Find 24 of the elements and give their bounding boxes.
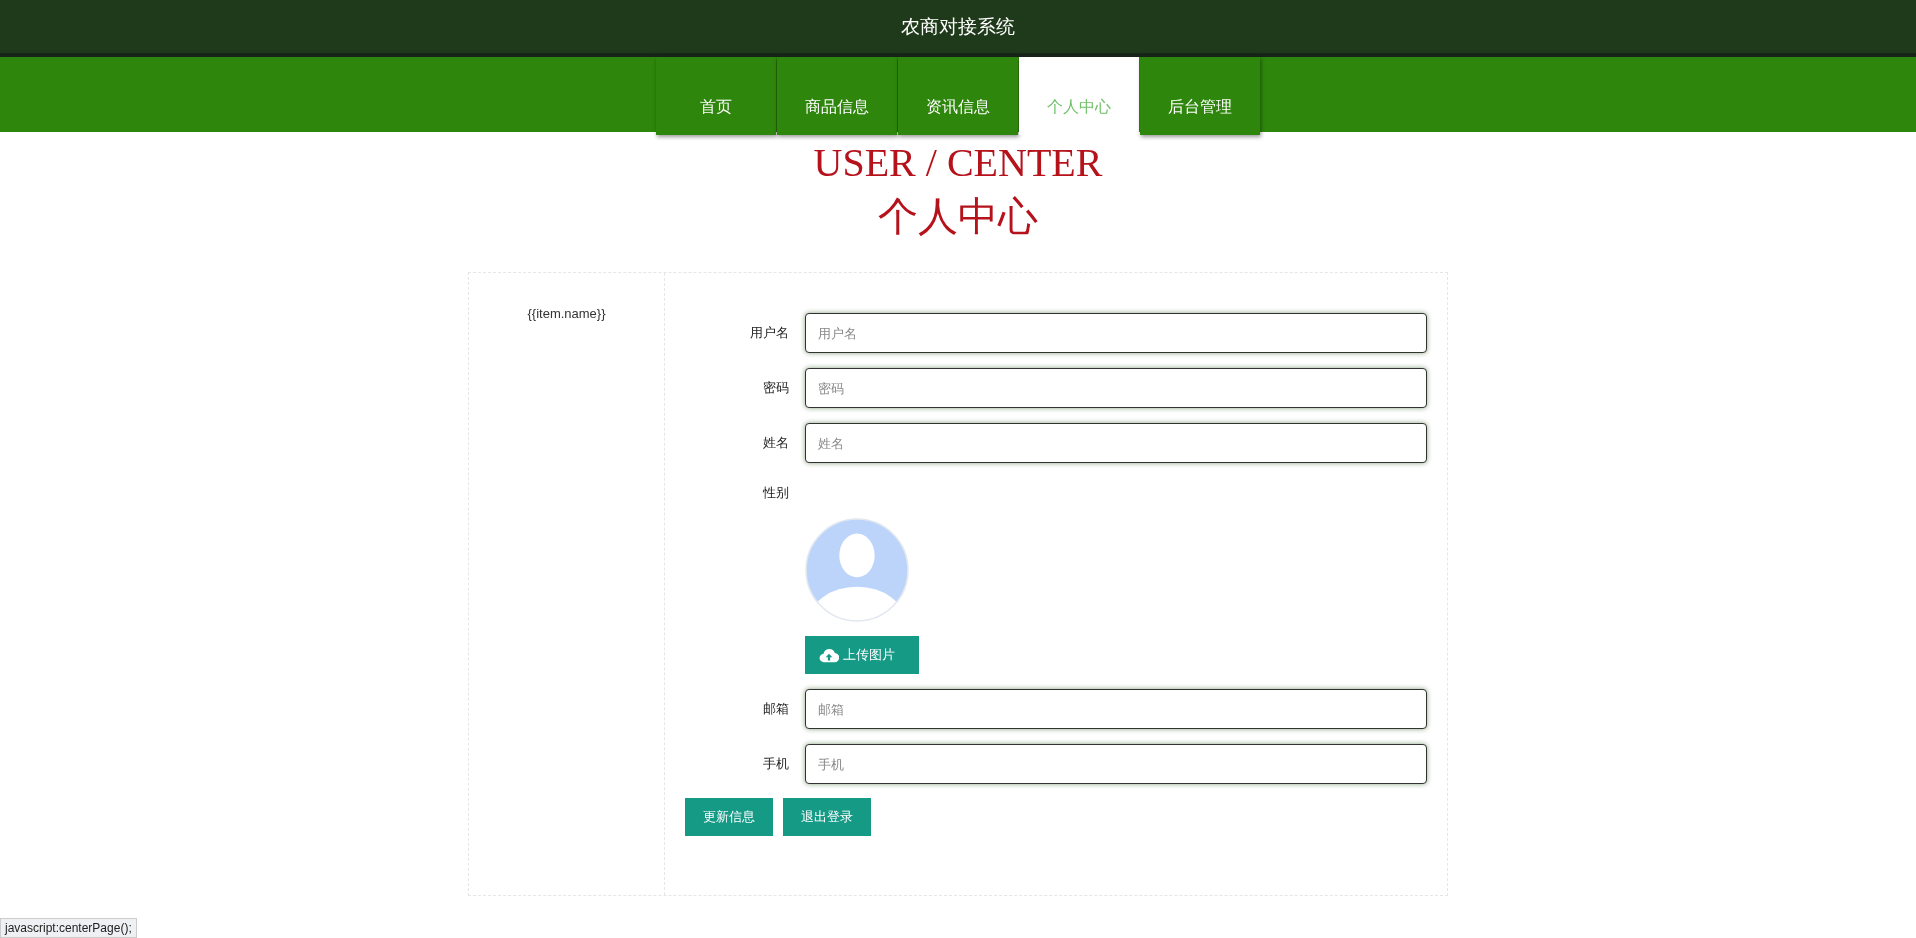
upload-button[interactable]: 上传图片	[805, 636, 919, 674]
section-title: USER / CENTER	[813, 139, 1103, 187]
form-button[interactable]: 退出登录	[783, 798, 871, 836]
field-label: 用户名	[749, 324, 790, 342]
nav-tab[interactable]: 首页	[656, 57, 776, 135]
field-label: 密码	[762, 379, 790, 397]
form-button[interactable]: 更新信息	[685, 798, 773, 836]
input-field[interactable]: 用户名	[805, 313, 1427, 353]
sidebar-item[interactable]: {{item.name}}	[527, 306, 606, 321]
field-label: 手机	[762, 755, 790, 773]
nav-tab[interactable]: 商品信息	[777, 57, 897, 135]
input-field[interactable]: 邮箱	[805, 689, 1427, 729]
input-field[interactable]: 姓名	[805, 423, 1427, 463]
field-label: 邮箱	[762, 700, 790, 718]
field-label: 姓名	[762, 434, 790, 452]
nav-tab[interactable]: 后台管理	[1140, 57, 1260, 135]
status-bar-url: javascript:centerPage();	[0, 918, 137, 938]
site-title: 农商对接系统	[901, 14, 1015, 39]
section-subtitle: 个人中心	[878, 192, 1038, 241]
nav-tab[interactable]: 资讯信息	[898, 57, 1018, 135]
field-label: 性别	[762, 484, 790, 502]
input-field[interactable]: 手机	[805, 744, 1427, 784]
input-field[interactable]: 密码	[805, 368, 1427, 408]
cloud-upload-icon	[819, 647, 839, 663]
